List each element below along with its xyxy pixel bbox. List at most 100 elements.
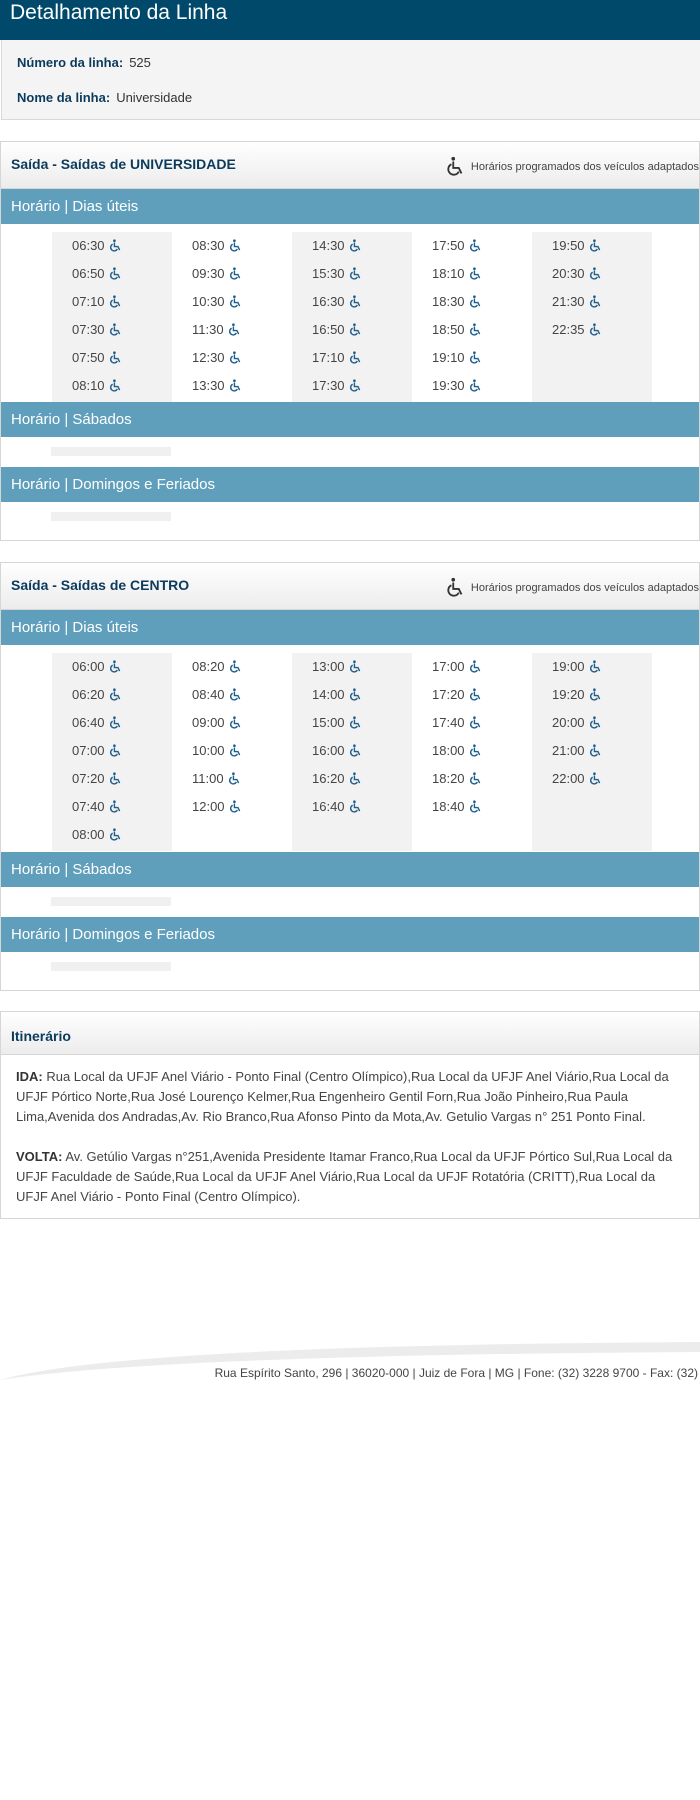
departure-time: 07:30 (52, 316, 172, 344)
time-label: 13:00 (312, 659, 345, 674)
time-label: 10:00 (192, 743, 225, 758)
wheelchair-icon (588, 744, 602, 758)
time-label: 19:30 (432, 378, 465, 393)
empty-schedule (51, 962, 171, 971)
time-label: 18:50 (432, 322, 465, 337)
departure-time: 06:50 (52, 260, 172, 288)
panel-header: Itinerário (1, 1012, 699, 1055)
wheelchair-icon (227, 323, 241, 337)
time-label: 17:50 (432, 238, 465, 253)
time-column: 17:00 17:20 17:40 18:00 18:20 18:40 (412, 653, 532, 851)
time-label: 11:00 (192, 771, 224, 786)
time-label: 16:20 (312, 771, 345, 786)
departure-time: 07:10 (52, 288, 172, 316)
time-label: 09:00 (192, 715, 225, 730)
time-column: 06:30 06:50 07:10 07:30 07:50 08:10 (52, 232, 172, 402)
empty-schedule (51, 447, 171, 456)
time-label: 09:30 (192, 266, 225, 281)
wheelchair-icon (108, 772, 122, 786)
line-name-label: Nome da linha: (17, 90, 111, 105)
time-column: 14:30 15:30 16:30 16:50 17:10 17:30 (292, 232, 412, 402)
time-label: 16:30 (312, 294, 345, 309)
time-label: 18:30 (432, 294, 465, 309)
panel-header: Saída - Saídas de UNIVERSIDADE Horários … (1, 142, 699, 189)
wheelchair-icon (348, 267, 362, 281)
wheelchair-icon (228, 660, 242, 674)
wheelchair-icon (348, 295, 362, 309)
wheelchair-icon (468, 772, 482, 786)
ida-text: Rua Local da UFJF Anel Viário - Ponto Fi… (16, 1069, 669, 1124)
time-label: 21:00 (552, 743, 585, 758)
departure-time: 17:30 (292, 372, 412, 400)
line-number-value: 525 (129, 55, 151, 70)
volta-text: Av. Getúlio Vargas n°251,Avenida Preside… (16, 1149, 673, 1204)
departure-time: 07:20 (52, 765, 172, 793)
footer: Rua Espírito Santo, 296 | 36020-000 | Ju… (0, 1340, 700, 1390)
time-label: 18:20 (432, 771, 465, 786)
time-label: 13:30 (192, 378, 225, 393)
departure-time: 15:30 (292, 260, 412, 288)
time-label: 17:40 (432, 715, 465, 730)
departure-time: 19:00 (532, 653, 652, 681)
wheelchair-icon (228, 379, 242, 393)
time-label: 19:10 (432, 350, 465, 365)
legend-text: Horários programados dos veículos adapta… (470, 582, 699, 594)
wheelchair-icon (228, 267, 242, 281)
saturday-bar: Horário | Sábados (1, 402, 699, 437)
time-label: 06:40 (72, 715, 105, 730)
wheelchair-icon (588, 688, 602, 702)
departure-time: 07:00 (52, 737, 172, 765)
time-label: 07:30 (72, 322, 105, 337)
time-label: 08:10 (72, 378, 105, 393)
wheelchair-icon (468, 744, 482, 758)
wheelchair-icon (468, 688, 482, 702)
time-column: 19:00 19:20 20:00 21:00 22:00 (532, 653, 652, 851)
wheelchair-icon (348, 772, 362, 786)
wheelchair-icon (228, 800, 242, 814)
departure-time: 11:30 (172, 316, 292, 344)
time-label: 07:10 (72, 294, 105, 309)
time-label: 17:10 (312, 350, 345, 365)
departure-time: 08:00 (52, 821, 172, 849)
wheelchair-icon (108, 295, 122, 309)
departure-time: 18:50 (412, 316, 532, 344)
empty-schedule (51, 897, 171, 906)
wheelchair-icon (228, 351, 242, 365)
departure-time: 17:00 (412, 653, 532, 681)
departure-time: 13:00 (292, 653, 412, 681)
time-label: 15:30 (312, 266, 345, 281)
footer-address: Rua Espírito Santo, 296 | 36020-000 | Ju… (214, 1366, 698, 1380)
departure-time: 17:10 (292, 344, 412, 372)
time-column: 19:50 20:30 21:30 22:35 (532, 232, 652, 402)
departure-time: 18:30 (412, 288, 532, 316)
time-label: 14:00 (312, 687, 345, 702)
time-label: 07:50 (72, 350, 105, 365)
wheelchair-icon (108, 744, 122, 758)
wheelchair-icon (108, 379, 122, 393)
wheelchair-icon (348, 688, 362, 702)
line-name-value: Universidade (116, 90, 193, 105)
line-number-label: Número da linha: (17, 55, 124, 70)
departure-time: 15:00 (292, 709, 412, 737)
time-label: 21:30 (552, 294, 585, 309)
wheelchair-icon (348, 323, 362, 337)
wheelchair-icon (468, 660, 482, 674)
wheelchair-icon (588, 660, 602, 674)
time-label: 06:50 (72, 266, 105, 281)
time-label: 18:10 (432, 266, 465, 281)
time-label: 19:00 (552, 659, 585, 674)
wheelchair-icon (348, 239, 362, 253)
time-label: 08:40 (192, 687, 225, 702)
departure-time: 17:20 (412, 681, 532, 709)
wheelchair-icon (228, 295, 242, 309)
departure-time: 12:30 (172, 344, 292, 372)
departure-time: 16:50 (292, 316, 412, 344)
departure-time: 16:20 (292, 765, 412, 793)
wheelchair-icon (228, 716, 242, 730)
departure-time: 08:40 (172, 681, 292, 709)
time-column: 08:20 08:40 09:00 10:00 11:00 12:00 (172, 653, 292, 851)
departure-time: 17:40 (412, 709, 532, 737)
itinerary-body: IDA: Rua Local da UFJF Anel Viário - Pon… (1, 1055, 699, 1219)
sunday-bar: Horário | Domingos e Feriados (1, 467, 699, 502)
departure-time: 20:30 (532, 260, 652, 288)
